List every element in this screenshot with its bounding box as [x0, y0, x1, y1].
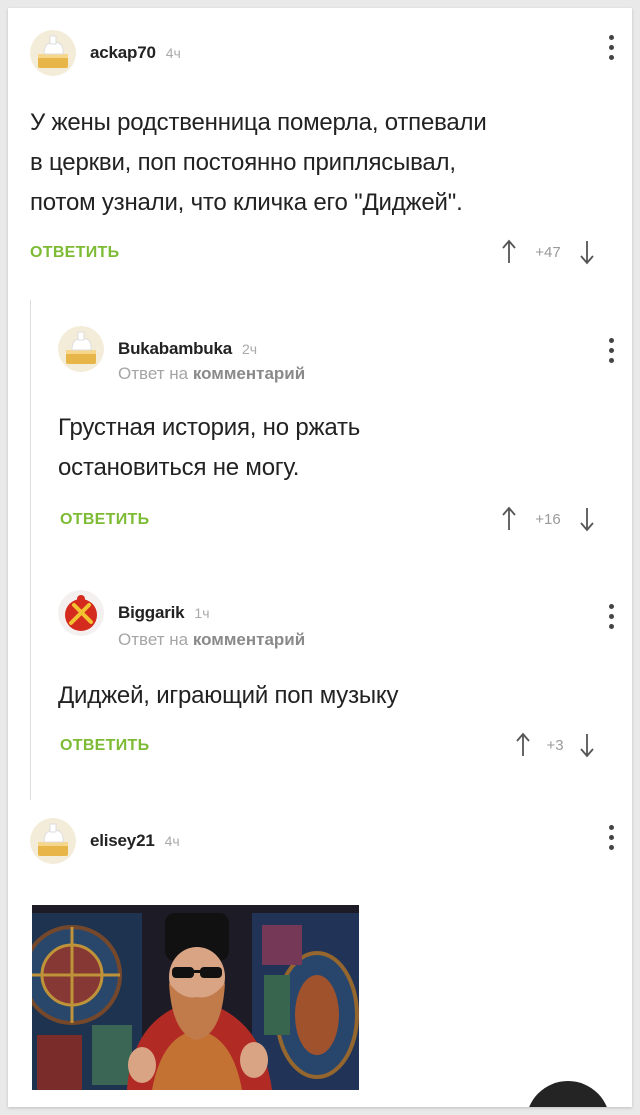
comment-text: Грустная история, но ржать остановиться … — [58, 408, 360, 488]
comments-card: аckap70 4ч У жены родственница померла, … — [8, 8, 632, 1107]
comment-4-header: elisey21 4ч — [30, 818, 180, 864]
timestamp: 2ч — [242, 341, 258, 357]
comment-text: Диджей, играющий поп музыку — [58, 676, 398, 716]
username[interactable]: Biggarik — [118, 603, 185, 623]
timestamp: 1ч — [194, 605, 210, 621]
cake-avatar-icon — [58, 326, 104, 372]
vote-controls: +16 — [501, 506, 595, 532]
comment-text-line: потом узнали, что кличка его "Диджей". — [30, 189, 463, 216]
arrow-down-icon[interactable] — [579, 506, 595, 532]
avatar[interactable] — [58, 326, 104, 372]
arrow-down-icon[interactable] — [579, 239, 595, 265]
avatar[interactable] — [30, 30, 76, 76]
username[interactable]: Bukabambuka — [118, 339, 232, 359]
reply-to-link[interactable]: комментарий — [193, 630, 305, 649]
comment-text-line: Диджей, играющий поп музыку — [58, 682, 399, 709]
timestamp: 4ч — [165, 45, 181, 61]
timestamp: 4ч — [164, 833, 180, 849]
username[interactable]: аckap70 — [90, 43, 156, 63]
floating-action-button[interactable] — [526, 1081, 610, 1107]
comment-text-line: Грустная история, но ржать — [58, 414, 361, 441]
vote-count: +3 — [546, 736, 564, 754]
cake-avatar-icon — [30, 30, 76, 76]
red-emblem-avatar-icon — [58, 590, 104, 636]
avatar[interactable] — [58, 590, 104, 636]
vote-controls: +3 — [515, 732, 595, 758]
vote-count: +16 — [535, 510, 561, 528]
more-menu-icon[interactable] — [605, 338, 617, 368]
comment-1-header: аckap70 4ч — [30, 30, 181, 76]
reply-to-prefix: Ответ на — [118, 630, 189, 649]
comment-text-line: У жены родственница померла, отпевали — [30, 109, 487, 136]
reply-button[interactable]: ОТВЕТИТЬ — [60, 737, 149, 755]
reply-to-link[interactable]: комментарий — [193, 364, 305, 383]
arrow-down-icon[interactable] — [579, 732, 595, 758]
comment-text-line: остановиться не могу. — [58, 454, 300, 481]
username[interactable]: elisey21 — [90, 831, 155, 851]
avatar[interactable] — [30, 818, 76, 864]
reply-to-line: Ответ на комментарий — [118, 630, 305, 650]
thread-line — [30, 300, 31, 800]
cake-avatar-icon — [30, 818, 76, 864]
reply-button[interactable]: ОТВЕТИТЬ — [60, 511, 149, 529]
comment-text-line: в церкви, поп постоянно приплясывал, — [30, 149, 456, 176]
vote-controls: +47 — [501, 239, 595, 265]
more-menu-icon[interactable] — [605, 35, 617, 65]
more-menu-icon[interactable] — [605, 825, 617, 855]
arrow-up-icon[interactable] — [501, 239, 517, 265]
arrow-up-icon[interactable] — [515, 732, 531, 758]
reply-button[interactable]: ОТВЕТИТЬ — [30, 244, 119, 262]
priest-in-sunglasses-image[interactable] — [32, 905, 359, 1090]
vote-count: +47 — [535, 243, 561, 261]
reply-to-prefix: Ответ на — [118, 364, 189, 383]
comment-text: У жены родственница померла, отпевали в … — [30, 103, 487, 223]
arrow-up-icon[interactable] — [501, 506, 517, 532]
reply-to-line: Ответ на комментарий — [118, 364, 305, 384]
more-menu-icon[interactable] — [605, 604, 617, 634]
media-image — [32, 905, 359, 1090]
